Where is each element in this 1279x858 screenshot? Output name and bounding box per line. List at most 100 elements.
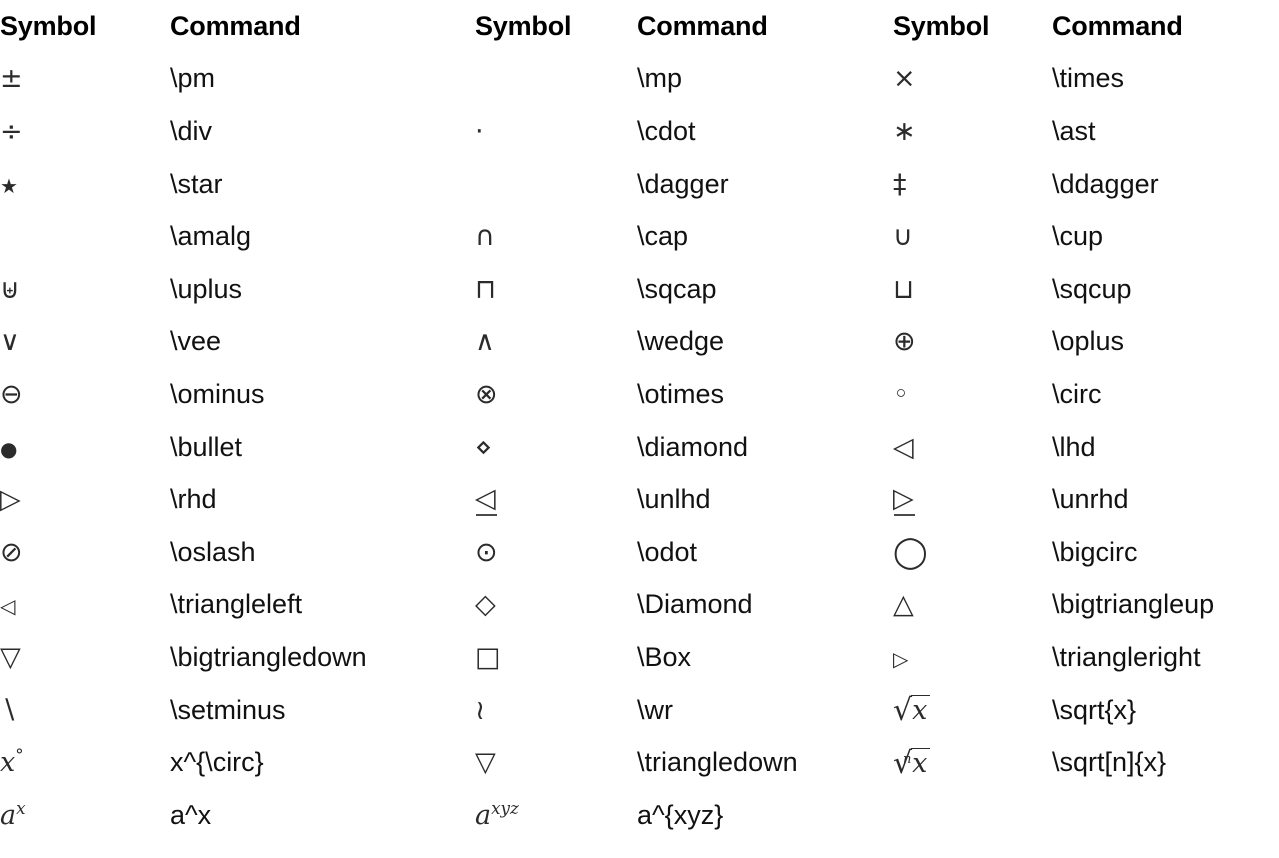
command-text: \bullet [170, 431, 243, 462]
command-text: \ominus [170, 378, 265, 409]
table-row: ▷ \rhd ◁ \unlhd ▷ \unrhd [0, 473, 1279, 526]
command-sqrt-n-x: \sqrt[n]{x} [1052, 736, 1279, 789]
command-text: \vee [170, 326, 222, 357]
command-bullet: \bullet [170, 421, 475, 474]
command-text: \wr [637, 694, 673, 725]
command-text: \unrhd [1052, 484, 1129, 515]
symbol-glyph: ax [0, 797, 26, 831]
command-vee: \vee [170, 316, 475, 369]
command-unlhd: \unlhd [637, 473, 893, 526]
command-text: \dagger [637, 168, 729, 199]
square-cap-symbol: ⊓ [475, 263, 637, 316]
a-superscript-xyz-symbol: axyz [475, 789, 637, 842]
header-text: Symbol [893, 10, 990, 41]
command-lhd: \lhd [1052, 421, 1279, 474]
command-circ: \circ [1052, 368, 1279, 421]
minus-plus-symbol-missing [475, 53, 637, 106]
table-row: \amalg ∩ \cap ∪ \cup [0, 210, 1279, 263]
small-circle-symbol: ◦ [893, 368, 1052, 421]
symbol-glyph: ◁ [475, 482, 497, 516]
symbol-glyph: ▽ [475, 747, 496, 779]
command-text: \sqrt{x} [1052, 694, 1137, 725]
command-oplus: \oplus [1052, 316, 1279, 369]
table-row: ◁ \triangleleft ◇ \Diamond △ \bigtriangl… [0, 579, 1279, 632]
header-text: Command [637, 10, 768, 41]
header-text: Symbol [475, 10, 572, 41]
underlined-left-triangle-symbol: ◁ [475, 473, 637, 526]
column-header-symbol-2: Symbol [475, 0, 637, 53]
command-text: \rhd [170, 484, 217, 515]
command-text: \pm [170, 63, 216, 94]
header-text: Command [1052, 10, 1183, 41]
command-uplus: \uplus [170, 263, 475, 316]
table-row: ∖ \setminus ≀ \wr √x \sqrt{x} [0, 684, 1279, 737]
command-triangleleft: \triangleleft [170, 579, 475, 632]
command-text: \oslash [170, 536, 256, 567]
command-oslash: \oslash [170, 526, 475, 579]
symbol-glyph: ∧ [475, 326, 495, 358]
symbol-glyph: ⊓ [475, 273, 497, 305]
missing-glyph [0, 244, 1, 245]
command-text: \circ [1052, 378, 1102, 409]
symbol-glyph: ⊙ [475, 536, 498, 568]
command-text: \sqcup [1052, 273, 1132, 304]
table-row: ⊎ \uplus ⊓ \sqcap ⊔ \sqcup [0, 263, 1279, 316]
command-diamond: \diamond [637, 421, 893, 474]
command-text: \sqrt[n]{x} [1052, 747, 1167, 778]
union-symbol: ∪ [893, 210, 1052, 263]
logical-or-symbol: ∨ [0, 316, 170, 369]
symbol-glyph: □ [475, 641, 501, 673]
logical-and-symbol: ∧ [475, 316, 637, 369]
command-a-pow-x: a^x [170, 789, 475, 842]
command-div: \div [170, 105, 475, 158]
symbol-reference-sheet: Symbol Command Symbol Command Symbol Com… [0, 0, 1279, 858]
command-text: \amalg [170, 221, 252, 252]
symbol-glyph: ∗ [893, 115, 916, 147]
symbol-glyph: ⊖ [0, 378, 23, 410]
triangle-right-symbol: ▷ [893, 631, 1052, 684]
command-sqcup: \sqcup [1052, 263, 1279, 316]
circled-times-symbol: ⊗ [475, 368, 637, 421]
table-row: ⊖ \ominus ⊗ \otimes ◦ \circ [0, 368, 1279, 421]
symbol-command-table: Symbol Command Symbol Command Symbol Com… [0, 0, 1279, 842]
column-header-command-3: Command [1052, 0, 1279, 53]
circled-slash-symbol: ⊘ [0, 526, 170, 579]
command-text: \ddagger [1052, 168, 1159, 199]
command-times: \times [1052, 53, 1279, 106]
command-ast: \ast [1052, 105, 1279, 158]
symbol-glyph: · [475, 115, 484, 147]
symbol-glyph: ∩ [475, 221, 495, 253]
command-text: \cdot [637, 115, 696, 146]
command-text: \lhd [1052, 431, 1096, 462]
command-a-pow-xyz: a^{xyz} [637, 789, 893, 842]
plus-minus-symbol: ± [0, 53, 170, 106]
symbol-glyph: × [893, 63, 916, 95]
empty-text [1052, 823, 1053, 824]
table-row: ⊘ \oslash ⊙ \odot ◯ \bigcirc [0, 526, 1279, 579]
missing-glyph [475, 192, 476, 193]
circled-dot-symbol: ⊙ [475, 526, 637, 579]
command-otimes: \otimes [637, 368, 893, 421]
table-row: ▽ \bigtriangledown □ \Box ▷ \trianglerig… [0, 631, 1279, 684]
right-triangle-symbol: ▷ [0, 473, 170, 526]
command-pm: \pm [170, 53, 475, 106]
x-degree-symbol: x° [0, 736, 170, 789]
command-rhd: \rhd [170, 473, 475, 526]
symbol-glyph: ◁ [893, 431, 914, 463]
command-bigtriangledown: \bigtriangledown [170, 631, 475, 684]
division-symbol: ÷ [0, 105, 170, 158]
table-row: ± \pm \mp × \times [0, 53, 1279, 106]
command-cup: \cup [1052, 210, 1279, 263]
command-text: \cup [1052, 221, 1104, 252]
command-mp: \mp [637, 53, 893, 106]
command-text: \setminus [170, 694, 286, 725]
symbol-glyph: ▽ [0, 641, 21, 673]
column-header-symbol-3: Symbol [893, 0, 1052, 53]
table-row: ÷ \div · \cdot ∗ \ast [0, 105, 1279, 158]
command-triangledown: \triangledown [637, 736, 893, 789]
header-row: Symbol Command Symbol Command Symbol Com… [0, 0, 1279, 53]
symbol-glyph: ◯ [893, 533, 928, 570]
big-triangle-up-symbol: △ [893, 579, 1052, 632]
header-text: Symbol [0, 10, 97, 41]
symbol-glyph: ± [0, 63, 23, 95]
